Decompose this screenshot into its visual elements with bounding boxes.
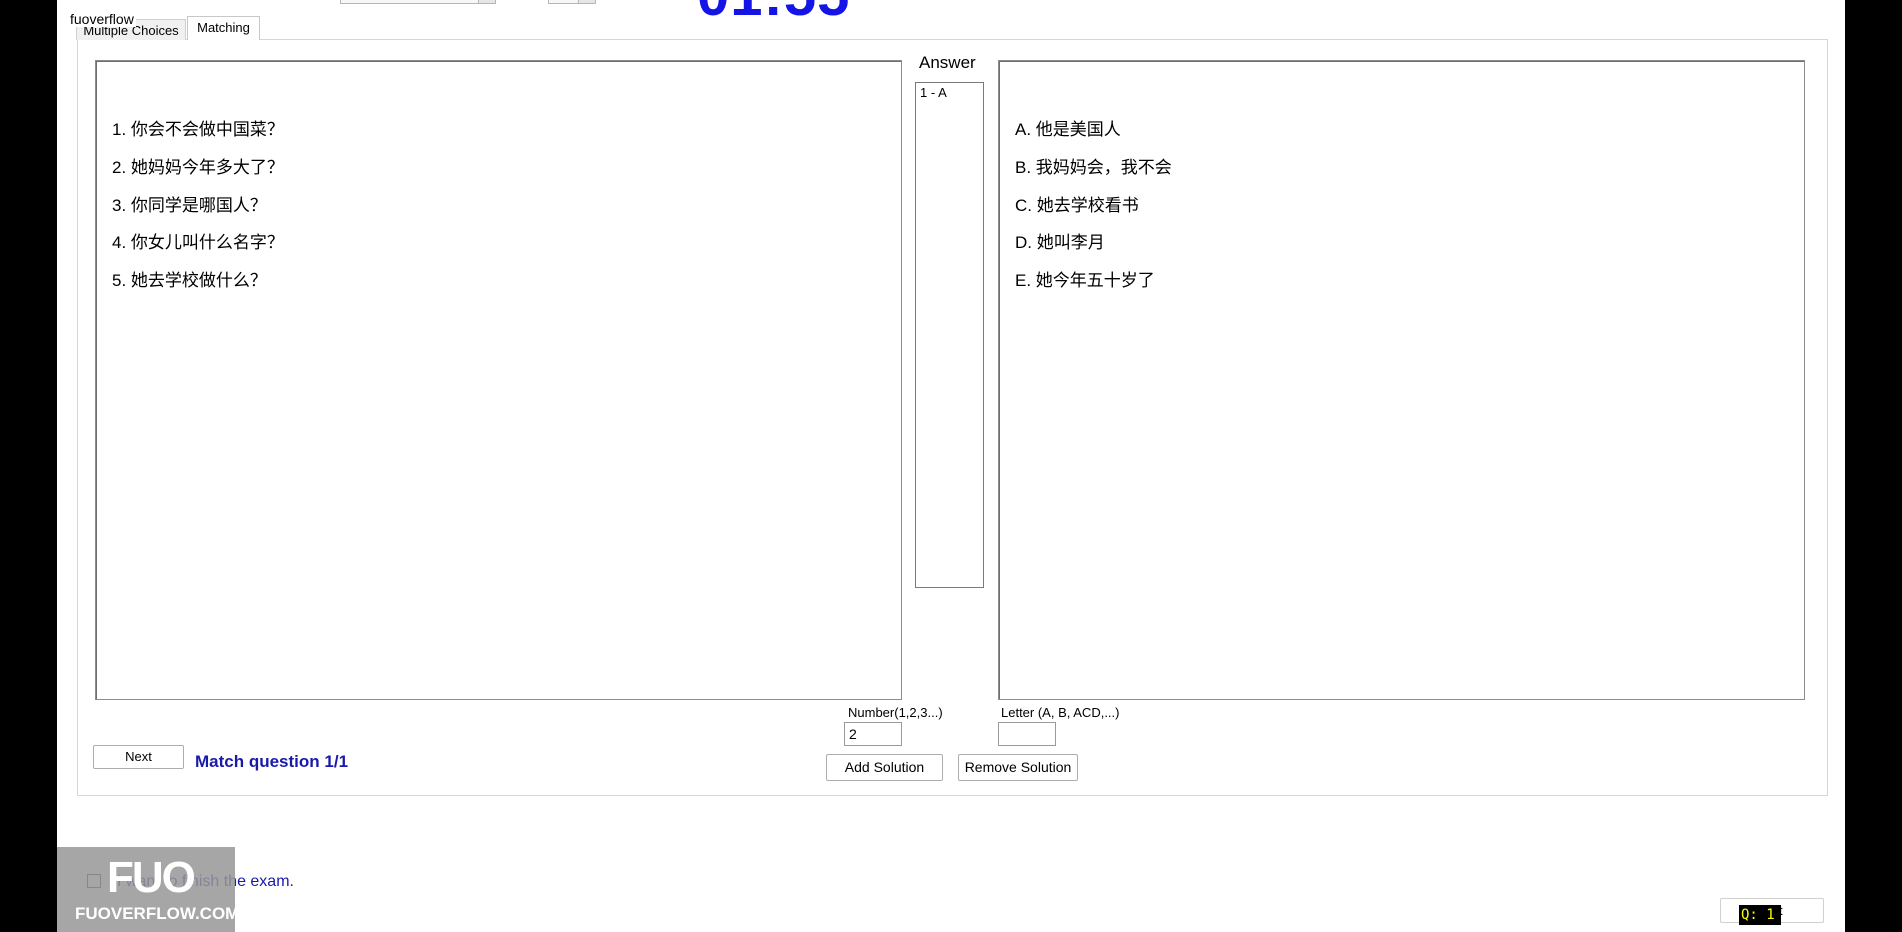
top-combo-box[interactable] bbox=[340, 0, 496, 4]
exam-window: 01:55 fuoverflow Multiple Choices Matchi… bbox=[57, 0, 1845, 932]
next-button[interactable]: Next bbox=[93, 745, 184, 769]
question-item: 2. 她妈妈今年多大了？ bbox=[112, 158, 284, 177]
questions-box: 1. 你会不会做中国菜？ 2. 她妈妈今年多大了？ 3. 你同学是哪国人？ 4.… bbox=[95, 60, 902, 700]
dropdown-arrow-icon[interactable] bbox=[478, 0, 495, 3]
watermark-logo: FUO FUOVERFLOW.COM bbox=[57, 847, 239, 932]
spin-arrow-icon[interactable] bbox=[578, 0, 595, 3]
option-item: A. 他是美国人 bbox=[1015, 120, 1121, 139]
option-item: D. 她叫李月 bbox=[1015, 233, 1105, 252]
number-input[interactable]: 2 bbox=[844, 722, 902, 746]
answer-label: Answer bbox=[919, 53, 976, 72]
watermark-logo-text: FUO bbox=[107, 853, 196, 902]
app-title: fuoverflow bbox=[68, 11, 136, 27]
answer-list[interactable]: 1 - A bbox=[915, 82, 984, 588]
tab-matching[interactable]: Matching bbox=[187, 16, 260, 40]
watermark-site-text: FUOVERFLOW.COM bbox=[75, 904, 240, 923]
number-label: Number(1,2,3...) bbox=[848, 705, 943, 720]
remove-solution-button[interactable]: Remove Solution bbox=[958, 754, 1078, 781]
question-counter: Q: 1 bbox=[1739, 905, 1781, 925]
match-question-status: Match question 1/1 bbox=[195, 752, 349, 771]
option-item: E. 她今年五十岁了 bbox=[1015, 271, 1155, 290]
top-spin-box[interactable] bbox=[548, 0, 596, 4]
letter-label: Letter (A, B, ACD,...) bbox=[1001, 705, 1120, 720]
answer-list-item[interactable]: 1 - A bbox=[916, 83, 983, 102]
countdown-timer: 01:55 bbox=[697, 0, 850, 29]
add-solution-button[interactable]: Add Solution bbox=[826, 754, 943, 781]
options-box: A. 他是美国人 B. 我妈妈会，我不会 C. 她去学校看书 D. 她叫李月 E… bbox=[998, 60, 1805, 700]
letter-input[interactable] bbox=[998, 722, 1056, 746]
question-item: 5. 她去学校做什么？ bbox=[112, 271, 267, 290]
option-item: B. 我妈妈会，我不会 bbox=[1015, 158, 1172, 177]
option-item: C. 她去学校看书 bbox=[1015, 196, 1139, 215]
question-item: 3. 你同学是哪国人？ bbox=[112, 196, 267, 215]
question-item: 1. 你会不会做中国菜？ bbox=[112, 120, 284, 139]
question-item: 4. 你女儿叫什么名字？ bbox=[112, 233, 284, 252]
